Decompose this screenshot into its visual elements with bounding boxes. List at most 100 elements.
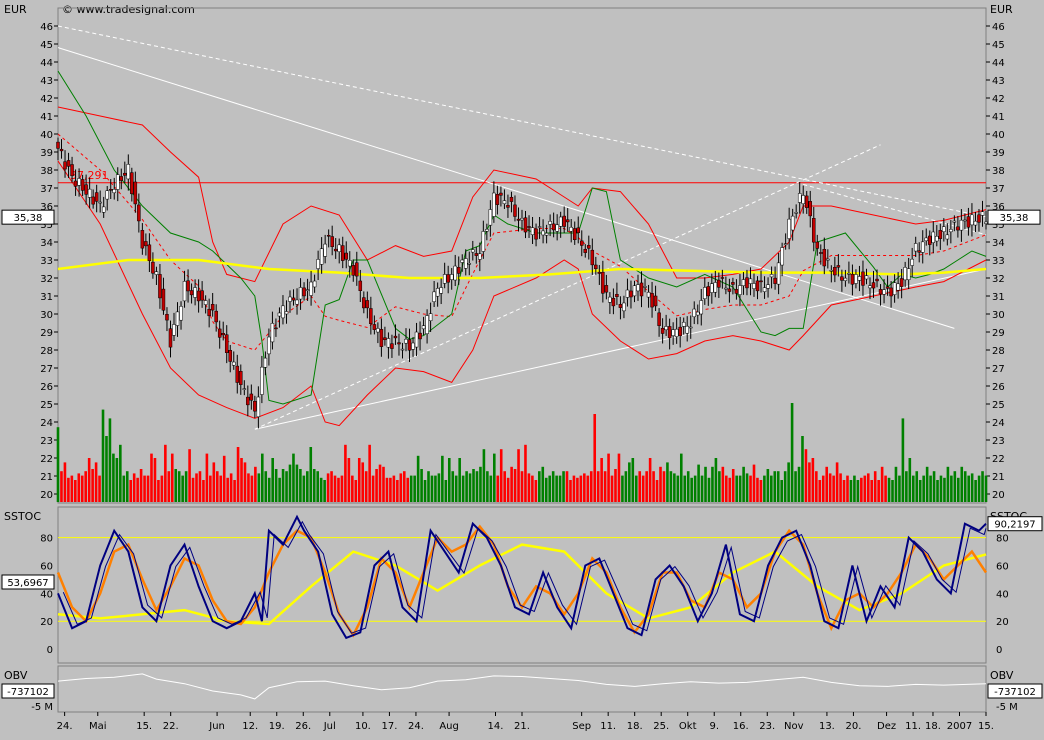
candle-body (674, 328, 679, 337)
volume-bar (856, 480, 860, 502)
time-label: 9. (709, 721, 719, 732)
candle-body (488, 209, 493, 226)
volume-bar (63, 462, 67, 502)
volume-bar (105, 436, 108, 502)
candle-body (885, 286, 890, 289)
volume-bar (385, 477, 389, 502)
volume-bar (593, 414, 597, 502)
candle-body (442, 274, 447, 284)
volume-bar (908, 458, 912, 502)
volume-bar (229, 473, 233, 502)
volume-bar (984, 475, 988, 502)
candle-body (502, 200, 507, 205)
candle-body (847, 272, 851, 275)
candle-body (73, 180, 78, 187)
volume-bar (150, 453, 153, 502)
candle-body (348, 260, 352, 267)
volume-bar (506, 477, 510, 502)
candle-body (309, 281, 313, 296)
price-tick-label-left-34: 34 (40, 238, 53, 249)
volume-bar (468, 473, 472, 502)
volume-bar (475, 471, 479, 502)
price-tick-label-left-20: 20 (40, 490, 53, 501)
price-tick-label-left-24: 24 (40, 418, 53, 429)
price-tick-label-left-41: 41 (40, 112, 53, 123)
time-label: 19. (269, 721, 285, 732)
volume-bar (160, 475, 164, 502)
price-tick-label-right-41: 41 (992, 112, 1005, 123)
obv-tick-left: -5 M (31, 702, 53, 713)
volume-bar (617, 453, 621, 502)
volume-bar (202, 480, 205, 502)
volume-bar (492, 453, 496, 502)
volume-bar (846, 475, 849, 502)
volume-bar (413, 475, 416, 502)
price-tick-label-right-24: 24 (992, 418, 1005, 429)
volume-bar (579, 475, 583, 502)
candle-body (98, 201, 102, 204)
volume-bar (87, 458, 91, 502)
price-tick-label-right-39: 39 (992, 148, 1005, 159)
candle-body (625, 289, 630, 298)
volume-bar (330, 471, 333, 502)
time-label: 20. (845, 721, 861, 732)
candle-body (639, 282, 644, 297)
candle-body (854, 274, 858, 284)
volume-bar (700, 475, 704, 502)
candle-body (344, 252, 348, 260)
price-tick-label-right-34: 34 (992, 238, 1005, 249)
volume-bar (222, 455, 226, 502)
candle-body (112, 189, 116, 194)
candle-body (333, 248, 338, 252)
candle-body (608, 296, 612, 303)
candle-body (629, 290, 633, 298)
volume-bar (60, 471, 63, 502)
candle-body (541, 230, 545, 236)
volume-bar (236, 447, 240, 502)
volume-bar (752, 464, 756, 502)
candle-body (253, 400, 257, 412)
chart-background (0, 0, 1044, 735)
candle-body (984, 221, 988, 224)
candle-body (274, 327, 278, 330)
candle-body (966, 216, 971, 228)
price-tick-label-left-40: 40 (40, 130, 53, 141)
price-tick-label-right-31: 31 (992, 292, 1005, 303)
volume-bar (371, 475, 375, 502)
candle-body (172, 324, 176, 336)
price-tick-label-right-38: 38 (992, 166, 1005, 177)
candle-body (404, 338, 408, 344)
volume-bar (860, 477, 863, 502)
volume-bar (56, 427, 60, 502)
obv-title-left: OBV (4, 669, 28, 682)
price-tick-label-right-46: 46 (992, 22, 1005, 33)
candle-body (284, 311, 289, 315)
volume-bar (254, 466, 257, 502)
stoch-prev-value-label: 53,6967 (7, 578, 48, 589)
price-tick-label-left-32: 32 (40, 274, 53, 285)
candle-body (699, 300, 704, 315)
candle-body (963, 219, 967, 222)
volume-bar (427, 471, 430, 502)
candle-body (945, 234, 950, 240)
candle-body (910, 258, 914, 266)
candle-body (840, 276, 844, 281)
stoch-tick-right-80: 80 (996, 534, 1009, 545)
price-tick-label-left-38: 38 (40, 166, 53, 177)
volume-bar (257, 473, 261, 502)
volume-bar (870, 480, 874, 502)
volume-bar (399, 473, 403, 502)
time-label: 2007 (947, 721, 972, 732)
volume-bar (309, 447, 313, 502)
volume-bar (319, 477, 323, 502)
currency-label-right: EUR (990, 3, 1013, 16)
volume-bar (825, 466, 829, 502)
volume-bar (731, 469, 735, 502)
candle-body (618, 304, 623, 308)
candle-body (759, 280, 763, 283)
candle-body (601, 271, 605, 294)
volume-bar (288, 464, 292, 502)
candle-body (246, 396, 250, 406)
candle-body (235, 365, 240, 383)
volume-bar (645, 471, 648, 502)
